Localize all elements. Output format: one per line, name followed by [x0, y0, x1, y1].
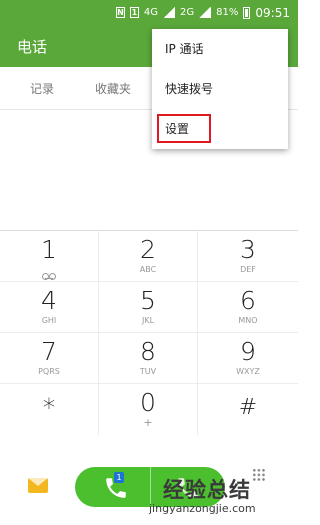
key-3[interactable]: 3 DEF: [198, 231, 298, 282]
watermark-logo: 经验总结: [163, 478, 251, 502]
overflow-menu: IP 通话 快速拨号 设置: [152, 29, 288, 149]
key-letters: TUV: [139, 367, 157, 376]
key-letters: MNO: [238, 316, 258, 325]
key-digit: 6: [240, 286, 256, 315]
key-5[interactable]: 5 JKL: [99, 282, 198, 333]
key-hash[interactable]: #: [198, 384, 298, 435]
app-title: 电话: [17, 38, 48, 56]
key-letters: DEF: [240, 265, 256, 274]
tab-recents[interactable]: 记录: [30, 80, 54, 97]
key-digit: 1: [41, 235, 57, 264]
key-digit: 3: [240, 235, 256, 264]
key-letters: PQRS: [38, 367, 60, 376]
key-7[interactable]: 7 PQRS: [0, 333, 99, 384]
key-digit: 0: [140, 388, 156, 417]
status-icons: N 1 4G 2G 81% 09:51: [115, 5, 290, 20]
key-digit: *: [42, 393, 56, 422]
key-letters: ABC: [139, 265, 157, 274]
key-star[interactable]: *: [0, 384, 99, 435]
key-letters: WXYZ: [236, 367, 260, 376]
battery-percent: 81%: [216, 6, 239, 18]
key-2[interactable]: 2 ABC: [99, 231, 198, 282]
key-digit: 7: [41, 337, 57, 366]
call-divider: [150, 467, 151, 507]
battery-icon: [243, 6, 251, 19]
key-letters: GHI: [41, 316, 57, 325]
n-badge-icon: N: [115, 7, 125, 18]
4g-icon: 4G: [143, 6, 159, 18]
menu-item-speed-dial[interactable]: 快速拨号: [152, 69, 288, 109]
settings-highlight-box: [157, 114, 211, 143]
key-digit: #: [238, 395, 258, 420]
dial-keypad: 1 2 ABC 3 DEF 4 GHI 5 JKL 6 MNO 7 PQRS 8: [0, 230, 298, 435]
key-digit: 2: [140, 235, 156, 264]
watermark-url: jingyanzongjie.com: [149, 502, 256, 515]
phone-screen: N 1 4G 2G 81% 09:51 电话 记录 收藏夹 1 2 ABC 3 …: [0, 0, 298, 525]
key-digit: 4: [41, 286, 57, 315]
key-1[interactable]: 1: [0, 231, 99, 282]
key-digit: 8: [140, 337, 156, 366]
signal-icon: [163, 7, 176, 18]
message-icon[interactable]: [28, 478, 48, 493]
signal-label: 2G: [180, 6, 195, 18]
status-time: 09:51: [255, 5, 290, 20]
menu-item-ip-call[interactable]: IP 通话: [152, 29, 288, 69]
key-4[interactable]: 4 GHI: [0, 282, 99, 333]
key-digit: 5: [140, 286, 156, 315]
key-letters: +: [143, 416, 153, 429]
key-9[interactable]: 9 WXYZ: [198, 333, 298, 384]
signal-icon-2: [199, 7, 212, 18]
tab-favorites[interactable]: 收藏夹: [95, 80, 131, 97]
key-8[interactable]: 8 TUV: [99, 333, 198, 384]
sim-1-icon: 1: [129, 7, 139, 18]
key-0[interactable]: 0 +: [99, 384, 198, 435]
key-6[interactable]: 6 MNO: [198, 282, 298, 333]
sim-badge: 1: [114, 472, 124, 483]
key-digit: 9: [240, 337, 256, 366]
status-bar: N 1 4G 2G 81% 09:51: [0, 0, 298, 25]
more-icon[interactable]: [252, 468, 266, 482]
key-letters: JKL: [141, 316, 155, 325]
voicemail-icon: [42, 273, 56, 280]
